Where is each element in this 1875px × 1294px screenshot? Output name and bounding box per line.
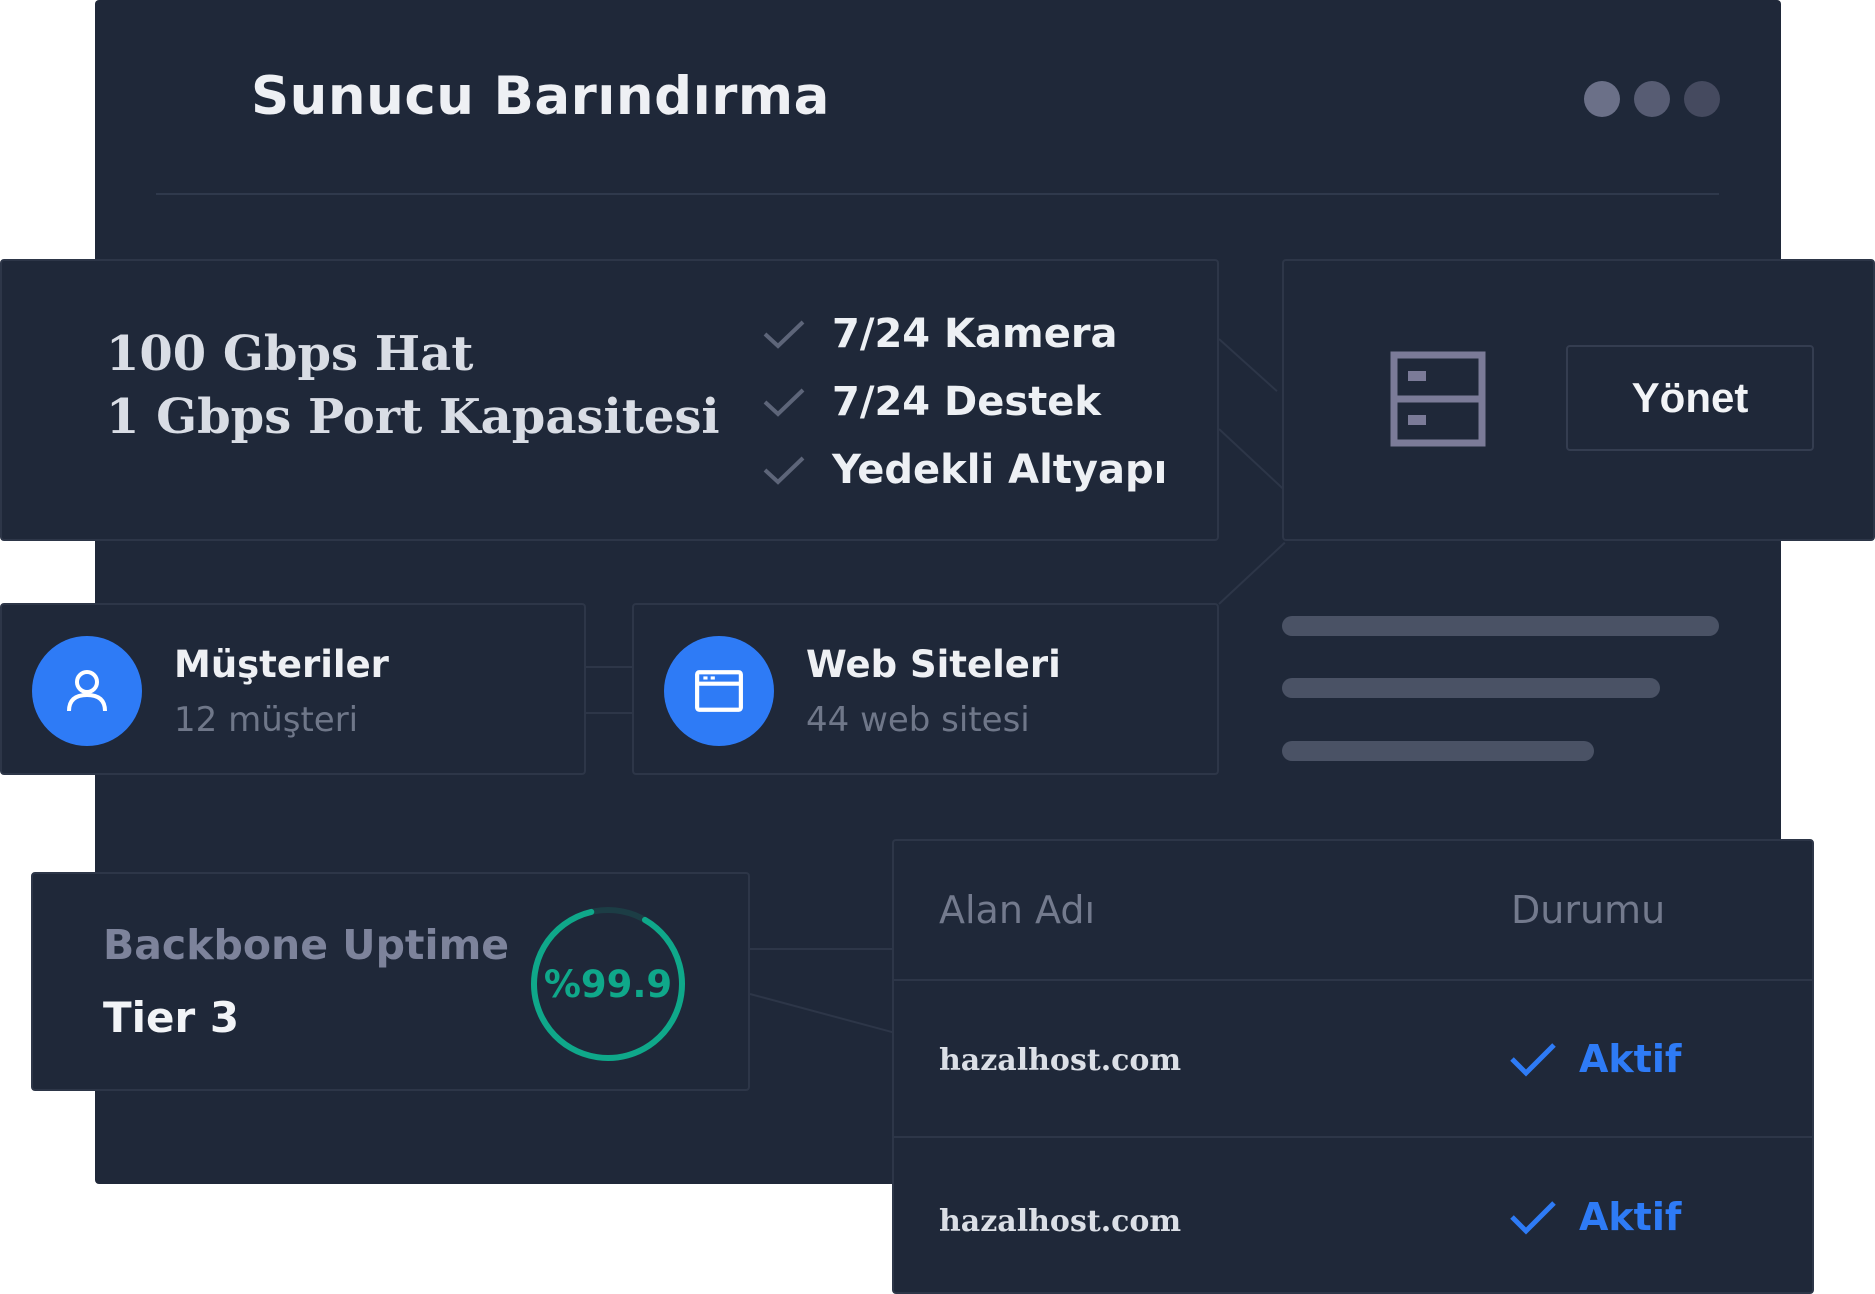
stat-icon-circle — [32, 636, 142, 746]
feature-label: 7/24 Kamera — [832, 311, 1118, 357]
feature-label: Yedekli Altyapı — [832, 447, 1168, 493]
stat-card-websites[interactable]: Web Siteleri 44 web sitesi — [632, 603, 1219, 775]
skeleton-line — [1282, 741, 1594, 761]
check-icon — [763, 456, 805, 485]
skeleton-line — [1282, 616, 1719, 636]
stat-icon-circle — [664, 636, 774, 746]
feature-item: 7/24 Kamera — [762, 309, 1118, 359]
row-divider — [894, 979, 1812, 981]
feature-label: 7/24 Destek — [832, 379, 1102, 425]
server-icon — [1390, 351, 1486, 447]
column-header-domain: Alan Adı — [939, 888, 1096, 932]
capacity-line-1: 100 Gbps Hat — [106, 326, 474, 382]
domain-cell[interactable]: hazalhost.com — [939, 1043, 1181, 1078]
status-label: Aktif — [1579, 1037, 1682, 1081]
status-cell: Aktif — [1509, 1195, 1681, 1239]
window-dot-3[interactable] — [1684, 81, 1720, 117]
stat-subtitle: 12 müşteri — [174, 700, 359, 740]
row-divider — [894, 1136, 1812, 1138]
feature-item: Yedekli Altyapı — [762, 445, 1167, 495]
domain-table: Alan Adı Durumu hazalhost.com Aktif haza… — [892, 839, 1814, 1294]
stat-card-customers[interactable]: Müşteriler 12 müşteri — [0, 603, 586, 775]
uptime-value: %99.9 — [543, 962, 673, 1006]
window-title: Sunucu Barındırma — [251, 66, 830, 127]
features-card: 100 Gbps Hat 1 Gbps Port Kapasitesi 7/24… — [0, 259, 1219, 541]
user-icon — [67, 670, 107, 712]
stat-title: Web Siteleri — [806, 643, 1061, 686]
stat-subtitle: 44 web sitesi — [806, 700, 1030, 740]
feature-item: 7/24 Destek — [762, 377, 1101, 427]
manage-button[interactable]: Yönet — [1566, 345, 1814, 451]
stat-title: Müşteriler — [174, 643, 389, 686]
status-cell: Aktif — [1509, 1037, 1681, 1081]
browser-window-icon — [695, 670, 743, 712]
window-dot-2[interactable] — [1634, 81, 1670, 117]
uptime-card: Backbone Uptime Tier 3 %99.9 — [31, 872, 750, 1091]
status-label: Aktif — [1579, 1195, 1682, 1239]
connector-line — [750, 948, 894, 950]
window-dot-1[interactable] — [1584, 81, 1620, 117]
uptime-title: Backbone Uptime — [103, 921, 510, 969]
check-icon — [1510, 1043, 1556, 1077]
skeleton-line — [1282, 678, 1660, 698]
check-icon — [1510, 1201, 1556, 1235]
server-card: Yönet — [1282, 259, 1875, 541]
connector-line — [586, 712, 634, 714]
check-icon — [763, 388, 805, 417]
capacity-line-2: 1 Gbps Port Kapasitesi — [106, 389, 720, 445]
title-divider — [156, 193, 1719, 195]
connector-line — [586, 666, 634, 668]
domain-cell[interactable]: hazalhost.com — [939, 1204, 1181, 1239]
check-icon — [763, 320, 805, 349]
uptime-tier: Tier 3 — [103, 993, 240, 1042]
column-header-status: Durumu — [1511, 888, 1666, 932]
